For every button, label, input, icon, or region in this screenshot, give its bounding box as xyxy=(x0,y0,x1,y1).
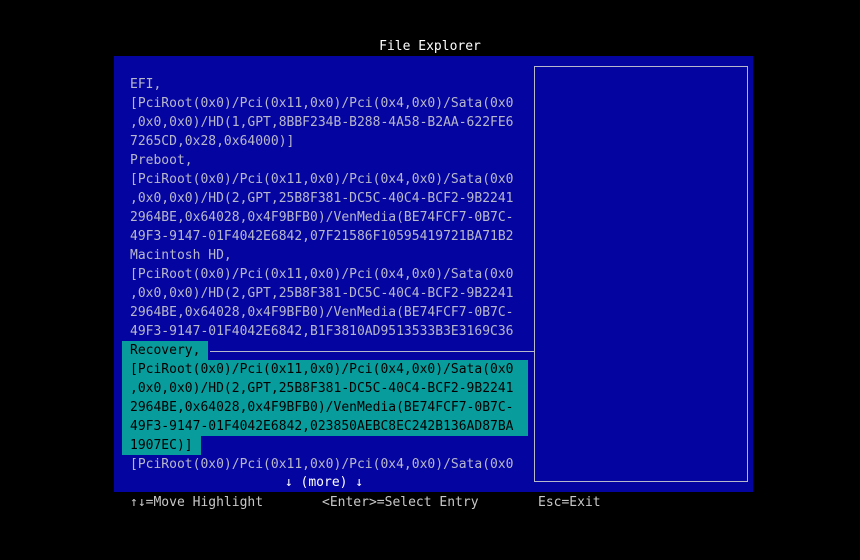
entry-path-line: 2964BE,0x64028,0x4F9BFB0)/VenMedia(BE74F… xyxy=(130,305,514,320)
file-entry[interactable]: Macintosh HD, [PciRoot(0x0)/Pci(0x11,0x0)… xyxy=(122,246,528,341)
entry-label: EFI, xyxy=(130,77,162,92)
entry-path-line: 2964BE,0x64028,0x4F9BFB0)/VenMedia(BE74F… xyxy=(122,398,528,417)
entry-path-line: 49F3-9147-01F4042E6842,07F21586F10595419… xyxy=(130,229,514,244)
entry-list[interactable]: EFI, [PciRoot(0x0)/Pci(0x11,0x0)/Pci(0x4,… xyxy=(122,75,528,474)
more-indicator[interactable]: ↓ (more) ↓ xyxy=(114,473,534,492)
entry-path-line: 7265CD,0x28,0x64000)] xyxy=(130,134,295,149)
entry-path-line: 1907EC)] xyxy=(122,436,201,455)
entry-path-line: ,0x0,0x0)/HD(2,GPT,25B8F381-DC5C-40C4-BC… xyxy=(130,191,514,206)
entry-path-line: [PciRoot(0x0)/Pci(0x11,0x0)/Pci(0x4,0x0)… xyxy=(130,267,514,282)
footer-exit: Esc=Exit xyxy=(538,495,601,510)
footer-select-entry: <Enter>=Select Entry xyxy=(322,495,479,510)
entry-path-line: 49F3-9147-01F4042E6842,B1F3810AD9513533B… xyxy=(130,324,514,339)
file-entry[interactable]: EFI, [PciRoot(0x0)/Pci(0x11,0x0)/Pci(0x4,… xyxy=(122,75,528,151)
entry-path-line: ,0x0,0x0)/HD(1,GPT,8BBF234B-B288-4A58-B2… xyxy=(130,115,514,130)
entry-label: Macintosh HD, xyxy=(130,248,232,263)
entry-path-line: [PciRoot(0x0)/Pci(0x11,0x0)/Pci(0x4,0x0)… xyxy=(130,172,514,187)
entry-path-line: [PciRoot(0x0)/Pci(0x11,0x0)/Pci(0x4,0x0)… xyxy=(130,457,514,472)
file-entry[interactable]: Preboot, [PciRoot(0x0)/Pci(0x11,0x0)/Pci(… xyxy=(122,151,528,246)
entry-path-line: 49F3-9147-01F4042E6842,023850AEBC8EC242B… xyxy=(122,417,528,436)
entry-path-line: ,0x0,0x0)/HD(2,GPT,25B8F381-DC5C-40C4-BC… xyxy=(130,286,514,301)
entry-label: Preboot, xyxy=(130,153,193,168)
entry-path-line: [PciRoot(0x0)/Pci(0x11,0x0)/Pci(0x4,0x0)… xyxy=(122,360,528,379)
file-entry[interactable]: Recovery, [PciRoot(0x0)/Pci(0x11,0x0)/Pci… xyxy=(122,341,528,455)
help-box xyxy=(534,66,748,482)
entry-path-line: [PciRoot(0x0)/Pci(0x11,0x0)/Pci(0x4,0x0)… xyxy=(130,96,514,111)
selection-divider xyxy=(210,351,534,352)
entry-path-line: 2964BE,0x64028,0x4F9BFB0)/VenMedia(BE74F… xyxy=(130,210,514,225)
page-title: File Explorer xyxy=(379,39,481,54)
footer-move-highlight: ↑↓=Move Highlight xyxy=(130,495,264,510)
file-explorer-panel: EFI, [PciRoot(0x0)/Pci(0x11,0x0)/Pci(0x4,… xyxy=(114,56,753,492)
entry-path-line: ,0x0,0x0)/HD(2,GPT,25B8F381-DC5C-40C4-BC… xyxy=(122,379,528,398)
entry-label: Recovery, xyxy=(122,341,209,360)
file-entry[interactable]: [PciRoot(0x0)/Pci(0x11,0x0)/Pci(0x4,0x0)… xyxy=(122,455,528,474)
